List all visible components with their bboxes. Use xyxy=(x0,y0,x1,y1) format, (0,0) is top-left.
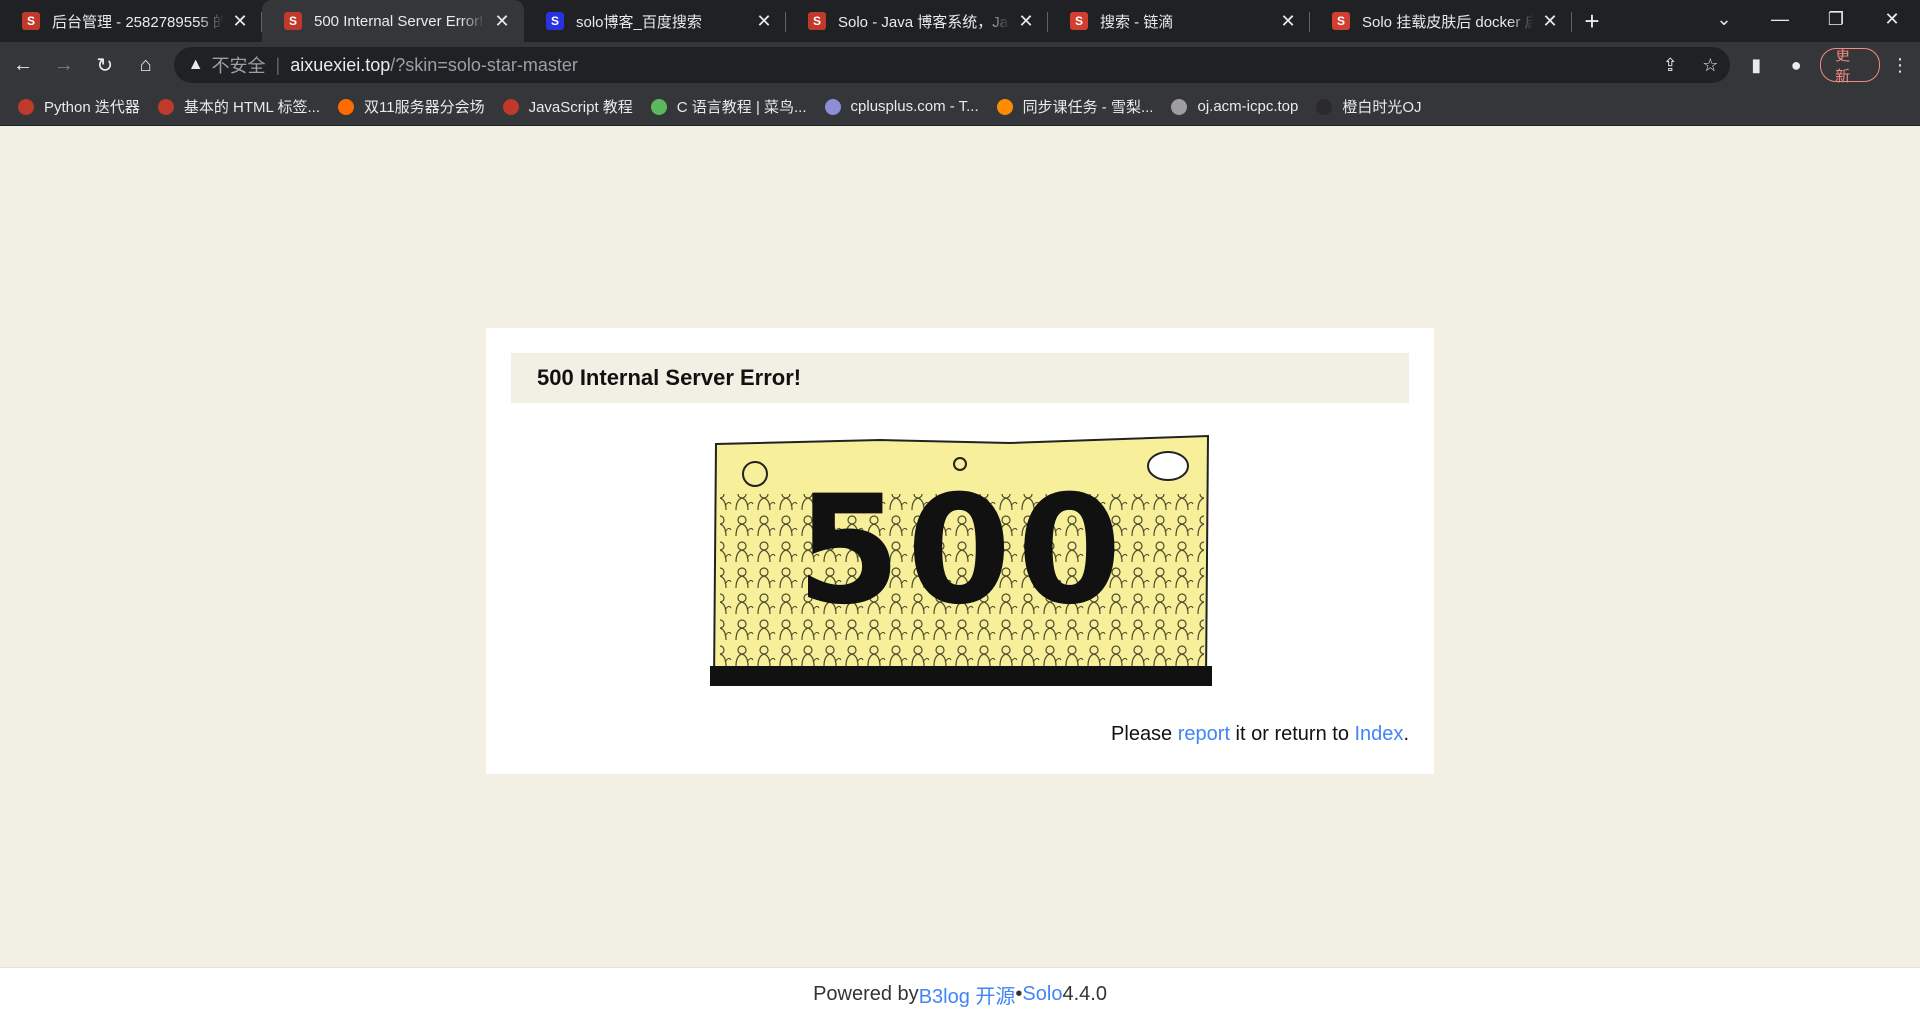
sheep-sketch xyxy=(1147,451,1189,481)
menu-icon[interactable]: ⋮ xyxy=(1880,47,1920,83)
site-footer: Powered by B3log 开源 • Solo 4.4.0 xyxy=(0,967,1920,1020)
bookmark-label: 双11服务器分会场 xyxy=(364,99,485,116)
browser-tab[interactable]: S 后台管理 - 2582789555 的 ✕ xyxy=(0,0,262,42)
bookmark-star-icon[interactable]: ☆ xyxy=(1690,55,1730,76)
tab-title: Solo 挂载皮肤后 docker 启 xyxy=(1362,13,1534,31)
tab-separator xyxy=(1571,12,1572,32)
bookmark-item[interactable]: 基本的 HTML 标签... xyxy=(157,96,320,117)
forward-button[interactable]: → xyxy=(46,47,82,83)
bookmark-item[interactable]: 同步课任务 - 雪梨... xyxy=(996,96,1154,117)
error-500-illustration: 500 xyxy=(710,434,1212,686)
close-tab-icon[interactable]: ✕ xyxy=(492,11,512,32)
security-label[interactable]: 不安全 xyxy=(212,52,266,78)
tab-title: Solo - Java 博客系统，Java xyxy=(838,13,1010,31)
bookmark-label: oj.acm-icpc.top xyxy=(1197,98,1299,115)
bookmark-label: 橙白时光OJ xyxy=(1342,99,1422,116)
bookmark-favicon-icon xyxy=(1171,98,1188,115)
browser-tab[interactable]: S 搜索 - 链滴 ✕ xyxy=(1048,0,1310,42)
bookmark-label: 基本的 HTML 标签... xyxy=(183,99,320,116)
browser-toolbar: ← → ↻ ⌂ ▲ 不安全 | aixuexiei.top/?skin=solo… xyxy=(0,42,1920,88)
profile-icon[interactable]: ● xyxy=(1776,47,1816,83)
minimize-button[interactable]: — xyxy=(1752,0,1808,38)
bookmark-favicon-icon xyxy=(1316,98,1333,115)
illustration-500-text: 500 xyxy=(796,464,1127,638)
baidu-paw-icon: S xyxy=(546,12,564,30)
return-text: it or return to xyxy=(1230,723,1355,745)
powered-by-text: Powered by xyxy=(813,982,919,1005)
bookmark-item[interactable]: C 语言教程 | 菜鸟... xyxy=(650,96,807,117)
bookmark-item[interactable]: oj.acm-icpc.top xyxy=(1171,98,1298,115)
ld246-icon: S xyxy=(1070,12,1088,30)
solo-link[interactable]: Solo xyxy=(1022,983,1062,1006)
tab-title: 500 Internal Server Error! xyxy=(314,12,484,30)
solo-icon: S xyxy=(808,12,826,30)
error-heading: 500 Internal Server Error! xyxy=(511,353,1409,403)
bookmark-favicon-icon xyxy=(502,98,519,115)
error-card: 500 Internal Server Error! 500 Please re… xyxy=(486,328,1434,774)
solo-icon: S xyxy=(284,12,302,30)
url-host: aixuexiei.top xyxy=(290,54,391,75)
share-icon[interactable]: ⇪ xyxy=(1650,55,1690,76)
back-button[interactable]: ← xyxy=(5,47,41,83)
browser-tab[interactable]: S Solo - Java 博客系统，Java ✕ xyxy=(786,0,1048,42)
version-text: 4.4.0 xyxy=(1062,982,1107,1005)
close-tab-icon[interactable]: ✕ xyxy=(754,11,774,32)
address-bar[interactable]: ▲ 不安全 | aixuexiei.top/?skin=solo-star-ma… xyxy=(173,47,1731,83)
close-tab-icon[interactable]: ✕ xyxy=(1016,11,1036,32)
bookmark-label: JavaScript 教程 xyxy=(528,99,633,116)
tab-title: 后台管理 - 2582789555 的 xyxy=(52,13,224,31)
bookmark-favicon-icon xyxy=(650,98,667,115)
bookmark-favicon-icon xyxy=(157,98,174,115)
tab-search-icon[interactable]: ⌄ xyxy=(1696,0,1752,38)
bookmark-label: cplusplus.com - T... xyxy=(850,98,979,115)
ld246-icon: S xyxy=(1332,12,1350,30)
bookmark-item[interactable]: 双11服务器分会场 xyxy=(338,96,485,117)
separator: | xyxy=(275,54,281,75)
bookmark-item[interactable]: cplusplus.com - T... xyxy=(824,98,979,115)
bookmark-item[interactable]: 橙白时光OJ xyxy=(1316,96,1422,117)
bookmark-favicon-icon xyxy=(824,98,841,115)
period-text: . xyxy=(1403,723,1409,745)
home-button[interactable]: ⌂ xyxy=(128,47,164,83)
bookmark-label: C 语言教程 | 菜鸟... xyxy=(676,99,807,116)
bookmark-item[interactable]: JavaScript 教程 xyxy=(502,96,633,117)
close-tab-icon[interactable]: ✕ xyxy=(230,11,250,32)
bookmark-label: Python 迭代器 xyxy=(44,99,140,116)
side-panel-icon[interactable]: ▮ xyxy=(1736,47,1776,83)
tab-title: solo博客_百度搜索 xyxy=(576,13,702,31)
bookmarks-bar: Python 迭代器 基本的 HTML 标签... 双11服务器分会场 JavaScr… xyxy=(0,88,1920,126)
solo-icon: S xyxy=(22,12,40,30)
bookmark-favicon-icon xyxy=(18,98,34,115)
tab-list: S 后台管理 - 2582789555 的 ✕ S 500 Internal Serve… xyxy=(0,0,1572,42)
omnibox-actions: ⇪ ☆ xyxy=(1650,55,1730,76)
error-message: Please report it or return to Index. xyxy=(1111,723,1409,746)
url-path: /?skin=solo-star-master xyxy=(390,54,578,75)
update-button[interactable]: 更新 xyxy=(1820,47,1881,85)
b3log-link[interactable]: B3log 开源 xyxy=(919,980,1016,1009)
reload-button[interactable]: ↻ xyxy=(87,47,123,83)
tab-strip: S 后台管理 - 2582789555 的 ✕ S 500 Internal Serve… xyxy=(0,0,1920,42)
please-text: Please xyxy=(1111,723,1178,745)
page-content: 500 Internal Server Error! 500 Please re… xyxy=(0,127,1920,967)
new-tab-button[interactable]: + xyxy=(1572,0,1612,42)
browser-tab[interactable]: S 500 Internal Server Error! ✕ xyxy=(262,0,524,42)
warning-icon[interactable]: ▲ xyxy=(188,56,204,74)
bookmark-item[interactable]: Python 迭代器 xyxy=(18,96,140,117)
close-window-button[interactable]: ✕ xyxy=(1864,0,1920,38)
bookmark-label: 同步课任务 - 雪梨... xyxy=(1022,99,1154,116)
browser-tab[interactable]: S Solo 挂载皮肤后 docker 启 ✕ xyxy=(1310,0,1572,42)
restore-button[interactable]: ❐ xyxy=(1808,0,1864,38)
window-controls: ⌄ — ❐ ✕ xyxy=(1696,0,1920,42)
index-link[interactable]: Index xyxy=(1355,723,1404,745)
footer-bullet: • xyxy=(1015,982,1023,1005)
report-link[interactable]: report xyxy=(1178,723,1230,745)
bookmark-favicon-icon xyxy=(338,98,354,115)
browser-tab[interactable]: Ssolo博客_百度搜索 ✕ xyxy=(524,0,786,42)
tab-title: 搜索 - 链滴 xyxy=(1100,13,1174,31)
close-tab-icon[interactable]: ✕ xyxy=(1540,11,1560,32)
bookmark-favicon-icon xyxy=(996,98,1013,115)
close-tab-icon[interactable]: ✕ xyxy=(1278,11,1298,32)
